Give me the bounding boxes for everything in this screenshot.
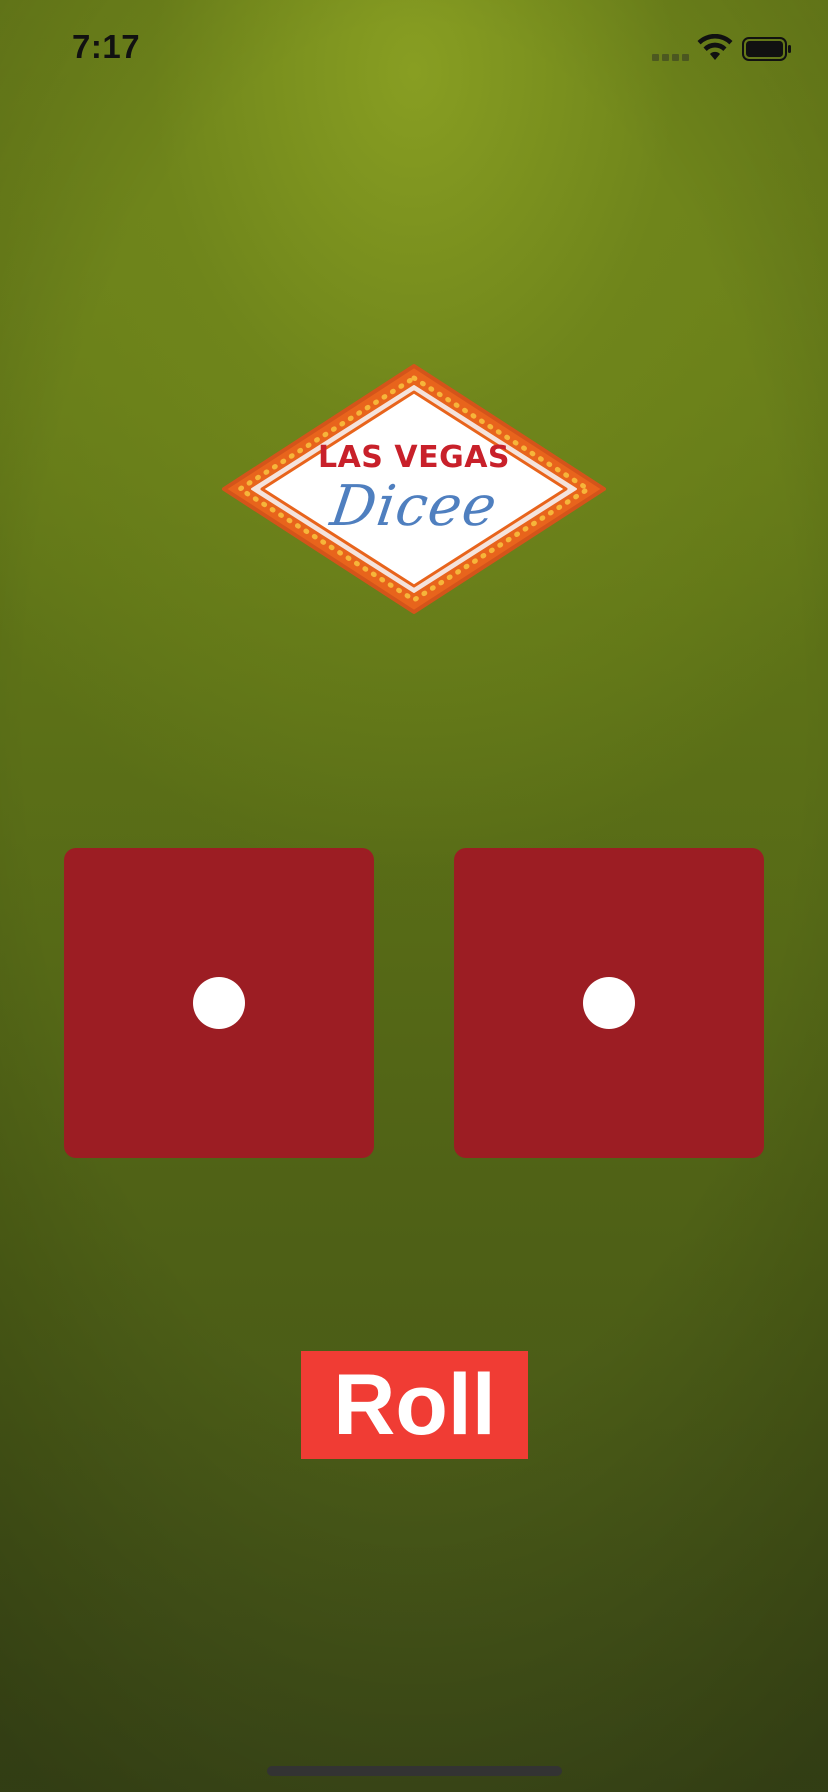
wifi-icon bbox=[697, 34, 733, 60]
roll-button[interactable]: Roll bbox=[301, 1351, 528, 1459]
app-screen: 7:17 LAS VEGAS Dicee Roll bbox=[0, 0, 828, 1792]
home-indicator[interactable] bbox=[267, 1766, 562, 1776]
die-left bbox=[64, 848, 374, 1158]
battery-icon bbox=[742, 37, 791, 61]
las-vegas-dicee-logo: LAS VEGAS Dicee bbox=[218, 360, 610, 618]
logo-subtitle: Dicee bbox=[326, 474, 502, 539]
die-pip bbox=[193, 977, 245, 1029]
die-right bbox=[454, 848, 764, 1158]
logo-title: LAS VEGAS bbox=[317, 440, 511, 475]
status-time: 7:17 bbox=[72, 28, 141, 65]
cellular-signal-icon bbox=[652, 54, 689, 61]
die-pip bbox=[583, 977, 635, 1029]
